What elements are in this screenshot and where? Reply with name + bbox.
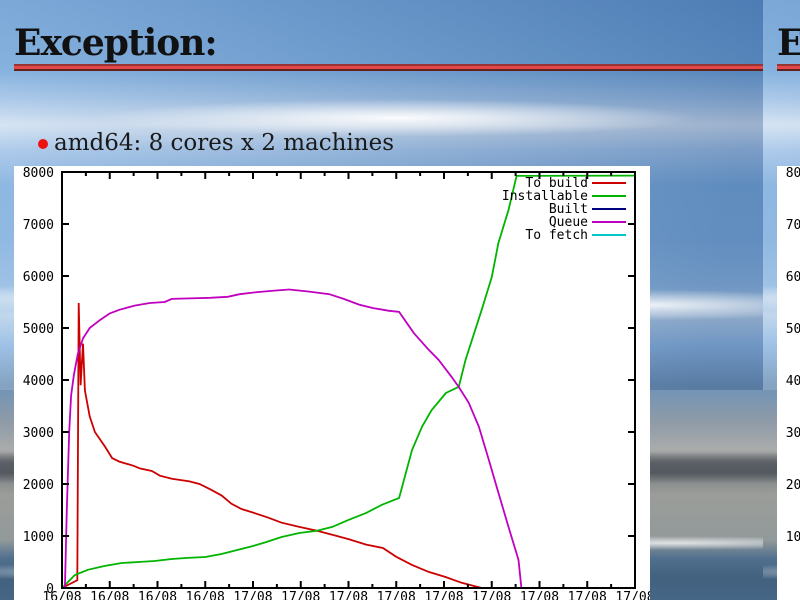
x-tick-label: 17/08 xyxy=(329,590,368,600)
y-tick-label: 4000 xyxy=(23,374,54,389)
y-tick-label: 6000 xyxy=(786,270,800,285)
y-tick-label: 3000 xyxy=(23,426,54,441)
y-tick-label: 6000 xyxy=(23,270,54,285)
x-tick-label: 17/08 xyxy=(377,590,416,600)
x-tick-label: 16/08 xyxy=(90,590,129,600)
y-tick-label: 4000 xyxy=(786,374,800,389)
title-rule xyxy=(14,64,763,71)
title-rule xyxy=(777,64,800,71)
series-line-to-build xyxy=(62,303,482,588)
y-tick-label: 8000 xyxy=(23,166,54,181)
presentation-viewport: Exception: amd64: 8 cores x 2 machines 1… xyxy=(0,0,800,600)
slide-title: Exception: xyxy=(14,22,217,64)
build-status-chart: 16/0816/0816/0816/0817/0817/0817/0817/08… xyxy=(14,166,650,600)
y-tick-label: 0 xyxy=(46,582,54,597)
y-tick-label: 8000 xyxy=(786,166,800,181)
x-tick-label: 17/08 xyxy=(424,590,463,600)
slide-current: Exception: amd64: 8 cores x 2 machines 1… xyxy=(0,0,763,600)
x-tick-label: 16/08 xyxy=(138,590,177,600)
y-tick-label: 2000 xyxy=(786,478,800,493)
chart-canvas: 16/0816/0816/0816/0817/0817/0817/0817/08… xyxy=(777,166,800,600)
bullet-item: amd64: 8 cores x 2 machines xyxy=(38,130,394,156)
series-line-queue xyxy=(65,290,522,589)
y-tick-label: 5000 xyxy=(23,322,54,337)
chart-canvas: 16/0816/0816/0816/0817/0817/0817/0817/08… xyxy=(14,166,650,600)
y-tick-label: 7000 xyxy=(23,218,54,233)
slide-next-peek: Exception: amd64: 8 cores x 2 machines 1… xyxy=(763,0,800,600)
y-tick-label: 1000 xyxy=(23,530,54,545)
y-tick-label: 5000 xyxy=(786,322,800,337)
x-tick-label: 17/08 xyxy=(281,590,320,600)
x-tick-label: 17/08 xyxy=(233,590,272,600)
y-tick-label: 7000 xyxy=(786,218,800,233)
y-tick-label: 1000 xyxy=(786,530,800,545)
slide-deck: Exception: amd64: 8 cores x 2 machines 1… xyxy=(0,0,800,600)
bullet-dot-icon xyxy=(38,139,48,149)
slide-title: Exception: xyxy=(777,22,800,64)
legend-label-to-fetch: To fetch xyxy=(525,228,588,243)
x-tick-label: 17/08 xyxy=(615,590,650,600)
x-tick-label: 17/08 xyxy=(568,590,607,600)
x-tick-label: 17/08 xyxy=(472,590,511,600)
x-tick-label: 17/08 xyxy=(520,590,559,600)
y-tick-label: 3000 xyxy=(786,426,800,441)
bullet-text: amd64: 8 cores x 2 machines xyxy=(54,130,394,156)
x-tick-label: 16/08 xyxy=(186,590,225,600)
y-tick-label: 2000 xyxy=(23,478,54,493)
build-status-chart: 16/0816/0816/0816/0817/0817/0817/0817/08… xyxy=(777,166,800,600)
